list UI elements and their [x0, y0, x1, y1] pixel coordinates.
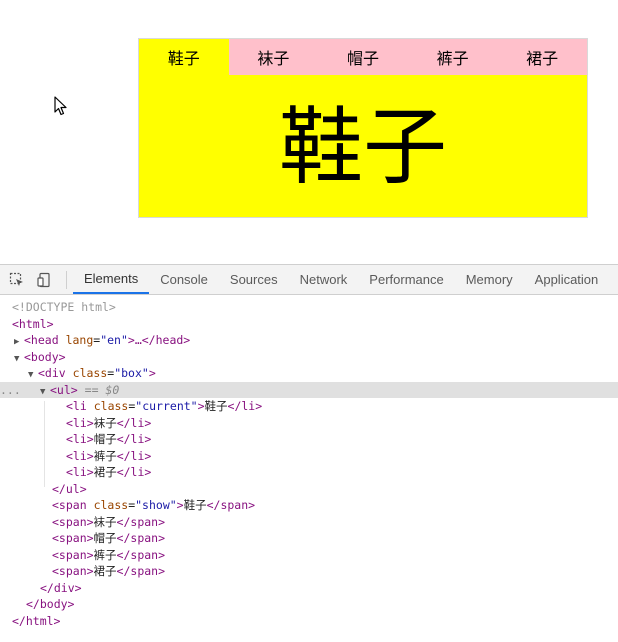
dom-node-div-box[interactable]: ▼ <div class="box">	[0, 365, 618, 382]
toolbar-divider	[66, 270, 67, 289]
tab-shoes[interactable]: 鞋子	[139, 39, 229, 75]
dom-node-span[interactable]: <span>帽子</span>	[0, 530, 618, 547]
tab-performance[interactable]: Performance	[358, 265, 454, 294]
dom-node-html[interactable]: <html>	[0, 316, 618, 333]
dom-node-span[interactable]: <span>裙子</span>	[0, 563, 618, 580]
node-actions-ellipsis[interactable]: ...	[0, 382, 21, 399]
tab-content-panel: 鞋子	[139, 75, 587, 218]
tab-network[interactable]: Network	[289, 265, 359, 294]
dom-node-body[interactable]: ▼ <body>	[0, 349, 618, 366]
tab-content-text: 鞋子	[278, 97, 447, 196]
dom-node-html-close[interactable]: </html>	[0, 613, 618, 630]
dom-node-li[interactable]: <li>袜子</li>	[0, 415, 618, 432]
tab-box: 鞋子 袜子 帽子 裤子 裙子 鞋子	[138, 38, 588, 218]
inspect-element-icon[interactable]	[6, 269, 28, 291]
tab-application[interactable]: Application	[524, 265, 610, 294]
tab-elements[interactable]: Elements	[73, 265, 150, 294]
device-toolbar-icon[interactable]	[34, 269, 56, 291]
dom-node-li[interactable]: <li>帽子</li>	[0, 431, 618, 448]
dom-node-li[interactable]: <li>裤子</li>	[0, 448, 618, 465]
tab-pants[interactable]: 裤子	[408, 39, 498, 75]
dom-node-head[interactable]: ▶ <head lang="en">…</head>	[0, 332, 618, 349]
dom-node-span[interactable]: <span>袜子</span>	[0, 514, 618, 531]
tab-console[interactable]: Console	[149, 265, 219, 294]
dom-node-doctype[interactable]: <!DOCTYPE html>	[0, 299, 618, 316]
tab-hats[interactable]: 帽子	[318, 39, 408, 75]
dom-node-div-close[interactable]: </div>	[0, 580, 618, 597]
tab-memory[interactable]: Memory	[455, 265, 524, 294]
mouse-cursor-icon	[54, 96, 67, 116]
tab-socks[interactable]: 袜子	[229, 39, 319, 75]
page-preview: 鞋子 袜子 帽子 裤子 裙子 鞋子	[0, 0, 618, 262]
dom-node-li-current[interactable]: <li class="current">鞋子</li>	[0, 398, 618, 415]
dom-node-li[interactable]: <li>裙子</li>	[0, 464, 618, 481]
dom-node-span[interactable]: <span>裤子</span>	[0, 547, 618, 564]
tab-sources[interactable]: Sources	[219, 265, 289, 294]
tab-list: 鞋子 袜子 帽子 裤子 裙子	[139, 39, 587, 75]
tab-skirts[interactable]: 裙子	[497, 39, 587, 75]
dom-node-ul-selected[interactable]: ... ▼ <ul> == $0	[0, 381, 618, 399]
devtools-toolbar: Elements Console Sources Network Perform…	[0, 265, 618, 295]
dom-tree: <!DOCTYPE html> <html> ▶ <head lang="en">…	[0, 295, 618, 629]
dom-node-span-show[interactable]: <span class="show">鞋子</span>	[0, 497, 618, 514]
dom-node-ul-close[interactable]: </ul>	[0, 481, 618, 498]
devtools-panel: Elements Console Sources Network Perform…	[0, 264, 618, 642]
dom-node-body-close[interactable]: </body>	[0, 596, 618, 613]
